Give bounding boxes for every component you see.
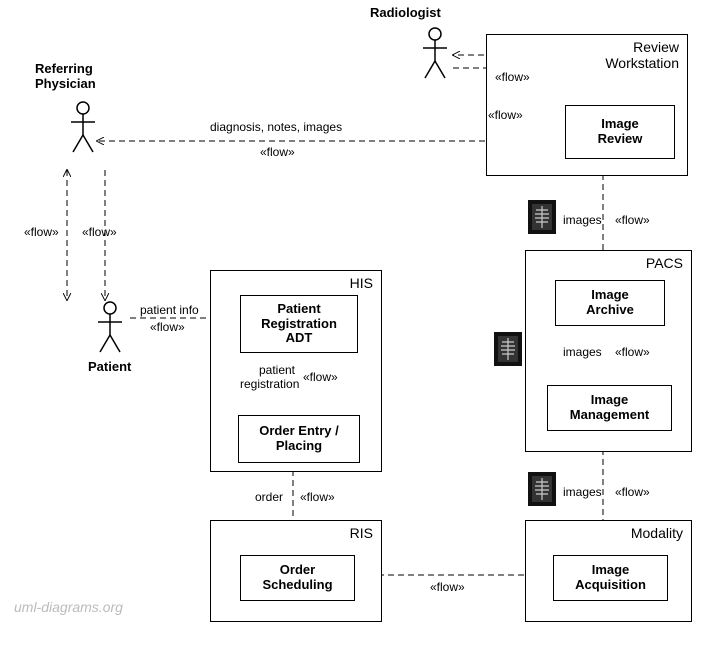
flow-mgmt-arch-images: images [563, 345, 602, 359]
flow-order-stereo: «flow» [300, 490, 335, 504]
flow-dni-stereo: «flow» [260, 145, 295, 159]
image-acquisition-box: ImageAcquisition [553, 555, 668, 601]
flow-patientinfo-stereo: «flow» [150, 320, 185, 334]
flow-rp-pt-stereo2: «flow» [82, 225, 117, 239]
flow-patientreg-stereo: «flow» [303, 370, 338, 384]
flow-acq-mgmt-stereo: «flow» [615, 485, 650, 499]
flow-dni-label: diagnosis, notes, images [210, 120, 342, 134]
order-entry-box: Order Entry /Placing [238, 415, 360, 463]
ris-title: RIS [350, 525, 373, 541]
pacs-title: PACS [646, 255, 683, 271]
flow-acq-mgmt-images: images [563, 485, 602, 499]
patient-actor [95, 300, 125, 355]
flow-order-label: order [255, 490, 283, 504]
image-review-box: ImageReview [565, 105, 675, 159]
review-workstation-title: ReviewWorkstation [605, 39, 679, 71]
flow-patientreg-label: patientregistration [240, 363, 295, 392]
flow-arch-rev-images: images [563, 213, 602, 227]
flow-mgmt-arch-stereo: «flow» [615, 345, 650, 359]
modality-title: Modality [631, 525, 683, 541]
flow-sched-acq-stereo: «flow» [430, 580, 465, 594]
his-title: HIS [350, 275, 373, 291]
flow-patientinfo-label: patient info [140, 303, 199, 317]
image-management-box: ImageManagement [547, 385, 672, 431]
patient-label: Patient [88, 360, 131, 375]
radiologist-actor [420, 26, 450, 81]
flow-rp-pt-stereo1: «flow» [24, 225, 59, 239]
radiologist-label: Radiologist [370, 6, 441, 21]
referring-physician-label: ReferringPhysician [35, 62, 96, 92]
flow-rad-ws-stereo1: «flow» [495, 70, 530, 84]
xray-icon [494, 332, 522, 366]
xray-icon [528, 472, 556, 506]
watermark: uml-diagrams.org [14, 599, 123, 615]
xray-icon [528, 200, 556, 234]
image-archive-box: ImageArchive [555, 280, 665, 326]
order-scheduling-box: OrderScheduling [240, 555, 355, 601]
flow-rad-ws-stereo2: «flow» [488, 108, 523, 122]
referring-physician-actor [68, 100, 98, 155]
flow-arch-rev-stereo: «flow» [615, 213, 650, 227]
patient-registration-box: PatientRegistrationADT [240, 295, 358, 353]
